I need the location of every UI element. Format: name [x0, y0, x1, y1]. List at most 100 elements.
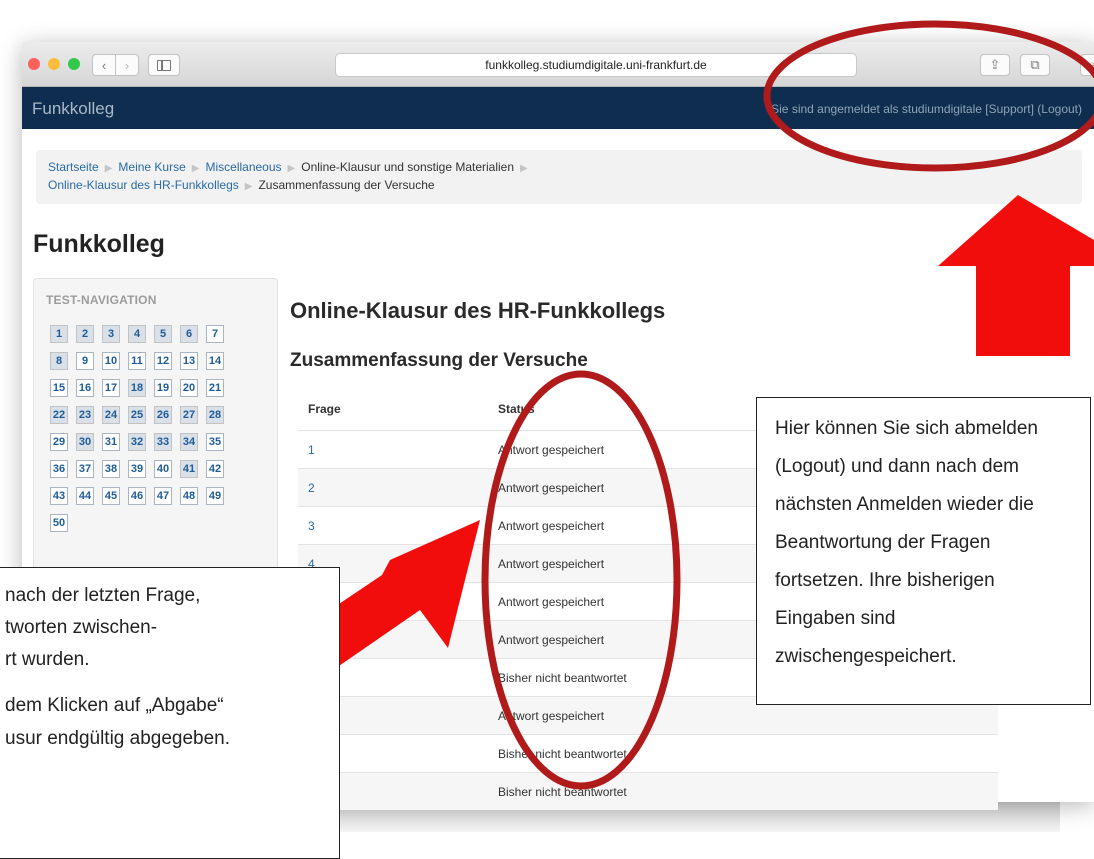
share-icon: ⇪ — [989, 57, 1001, 72]
callout-right-text: Hier können Sie sich abmelden (Logout) u… — [775, 418, 1038, 667]
question-nav-button[interactable]: 15 — [50, 379, 68, 397]
question-nav-button[interactable]: 19 — [154, 379, 172, 397]
question-nav-button[interactable]: 35 — [206, 433, 224, 451]
breadcrumb-item-online-klausur[interactable]: Online-Klausur des HR-Funkkollegs — [48, 178, 239, 192]
question-nav-button[interactable]: 18 — [128, 379, 146, 397]
status-cell: Antwort gespeichert — [498, 633, 605, 647]
breadcrumb-line-2: Online-Klausur des HR-Funkkollegs ▶ Zusamm… — [48, 178, 435, 192]
question-nav-button[interactable]: 24 — [102, 406, 120, 424]
site-brand[interactable]: Funkkolleg — [32, 99, 114, 119]
tabs-icon: ⧉ — [1030, 57, 1040, 72]
page-title: Funkkolleg — [33, 230, 165, 258]
zoom-window-button[interactable] — [68, 58, 80, 70]
question-nav-button[interactable]: 20 — [180, 379, 198, 397]
callout-left-line-5: usur endgültig abgegeben. — [5, 728, 231, 749]
callout-left-line-3: rt wurden. — [5, 649, 90, 670]
question-nav-button[interactable]: 49 — [206, 487, 224, 505]
question-nav-button[interactable]: 5 — [154, 325, 172, 343]
question-nav-button[interactable]: 1 — [50, 325, 68, 343]
login-info[interactable]: Sie sind angemeldet als studiumdigitale … — [771, 102, 1082, 116]
breadcrumb-item-miscellaneous[interactable]: Miscellaneous — [205, 160, 281, 174]
question-nav-button[interactable]: 48 — [180, 487, 198, 505]
question-nav-button[interactable]: 2 — [76, 325, 94, 343]
question-nav-button[interactable]: 43 — [50, 487, 68, 505]
question-nav-button[interactable]: 42 — [206, 460, 224, 478]
question-nav-button[interactable]: 6 — [180, 325, 198, 343]
quiz-navigation-heading: TEST-NAVIGATION — [46, 293, 157, 307]
question-nav-button[interactable]: 39 — [128, 460, 146, 478]
question-nav-button[interactable]: 41 — [180, 460, 198, 478]
annotation-callout-left: nach der letzten Frage, tworten zwischen… — [0, 567, 340, 859]
breadcrumb-item-startseite[interactable]: Startseite — [48, 160, 99, 174]
status-cell: Bisher nicht beantwortet — [498, 747, 627, 761]
question-nav-button[interactable]: 50 — [50, 514, 68, 532]
question-nav-button[interactable]: 21 — [206, 379, 224, 397]
question-nav-button[interactable]: 28 — [206, 406, 224, 424]
breadcrumb-line-1: Startseite ▶ Meine Kurse ▶ Miscellaneous ▶ Onl… — [48, 160, 534, 174]
status-cell: Antwort gespeichert — [498, 709, 605, 723]
share-button[interactable]: ⇪ — [980, 54, 1010, 76]
callout-left-line-1: nach der letzten Frage, — [5, 585, 201, 606]
question-nav-button[interactable]: 26 — [154, 406, 172, 424]
question-nav-button[interactable]: 32 — [128, 433, 146, 451]
new-tab-button[interactable]: + — [1080, 54, 1094, 76]
sidebar-toggle-button[interactable] — [148, 54, 180, 76]
column-header-status: Status — [498, 402, 535, 416]
question-nav-button[interactable]: 25 — [128, 406, 146, 424]
plus-icon: + — [1089, 57, 1094, 73]
question-nav-button[interactable]: 7 — [206, 325, 224, 343]
forward-button[interactable]: › — [115, 54, 139, 76]
question-nav-button[interactable]: 31 — [102, 433, 120, 451]
question-nav-button[interactable]: 12 — [154, 352, 172, 370]
breadcrumb-separator-icon: ▶ — [520, 163, 528, 174]
address-bar[interactable]: funkkolleg.studiumdigitale.uni-frankfurt… — [335, 53, 857, 77]
question-nav-button[interactable]: 40 — [154, 460, 172, 478]
question-nav-button[interactable]: 38 — [102, 460, 120, 478]
question-nav-button[interactable]: 8 — [50, 352, 68, 370]
question-nav-button[interactable]: 36 — [50, 460, 68, 478]
question-nav-button[interactable]: 13 — [180, 352, 198, 370]
breadcrumb-separator-icon: ▶ — [191, 163, 200, 174]
chevron-right-icon: › — [124, 57, 130, 73]
status-cell: Antwort gespeichert — [498, 595, 605, 609]
breadcrumb-item-meine-kurse[interactable]: Meine Kurse — [118, 160, 185, 174]
question-link[interactable]: 2 — [308, 481, 315, 495]
question-nav-button[interactable]: 16 — [76, 379, 94, 397]
back-button[interactable]: ‹ — [92, 54, 116, 76]
minimize-window-button[interactable] — [48, 58, 60, 70]
question-link[interactable]: 1 — [308, 443, 315, 457]
close-window-button[interactable] — [28, 58, 40, 70]
sidebar-icon — [157, 59, 171, 71]
question-nav-button[interactable]: 33 — [154, 433, 172, 451]
question-nav-button[interactable]: 14 — [206, 352, 224, 370]
breadcrumb-separator-icon: ▶ — [104, 163, 113, 174]
question-nav-button[interactable]: 11 — [128, 352, 146, 370]
question-nav-button[interactable]: 27 — [180, 406, 198, 424]
question-nav-button[interactable]: 17 — [102, 379, 120, 397]
question-nav-button[interactable]: 23 — [76, 406, 94, 424]
question-nav-button[interactable]: 44 — [76, 487, 94, 505]
question-nav-button[interactable]: 3 — [102, 325, 120, 343]
status-cell: Antwort gespeichert — [498, 557, 605, 571]
question-nav-button[interactable]: 34 — [180, 433, 198, 451]
question-nav-button[interactable]: 29 — [50, 433, 68, 451]
status-cell: Antwort gespeichert — [498, 519, 605, 533]
question-nav-button[interactable]: 30 — [76, 433, 94, 451]
callout-left-line-4: dem Klicken auf „Abgabe“ — [5, 695, 224, 716]
breadcrumb-item-materialien: Online-Klausur und sonstige Materialien — [301, 160, 515, 174]
question-nav-button[interactable]: 46 — [128, 487, 146, 505]
annotation-callout-right: Hier können Sie sich abmelden (Logout) u… — [756, 397, 1091, 705]
question-nav-button[interactable]: 47 — [154, 487, 172, 505]
quiz-title: Online-Klausur des HR-Funkkollegs — [290, 298, 666, 323]
question-nav-button[interactable]: 10 — [102, 352, 120, 370]
tab-overview-button[interactable]: ⧉ — [1020, 54, 1050, 76]
question-nav-button[interactable]: 9 — [76, 352, 94, 370]
question-nav-button[interactable]: 22 — [50, 406, 68, 424]
question-nav-button[interactable]: 4 — [128, 325, 146, 343]
question-nav-button[interactable]: 45 — [102, 487, 120, 505]
question-nav-button[interactable]: 37 — [76, 460, 94, 478]
site-header: Funkkolleg Sie sind angemeldet als studi… — [22, 87, 1094, 129]
breadcrumb: Startseite ▶ Meine Kurse ▶ Miscellaneous ▶ Onl… — [36, 150, 1082, 204]
status-cell: Bisher nicht beantwortet — [498, 785, 627, 799]
question-link[interactable]: 3 — [308, 519, 315, 533]
